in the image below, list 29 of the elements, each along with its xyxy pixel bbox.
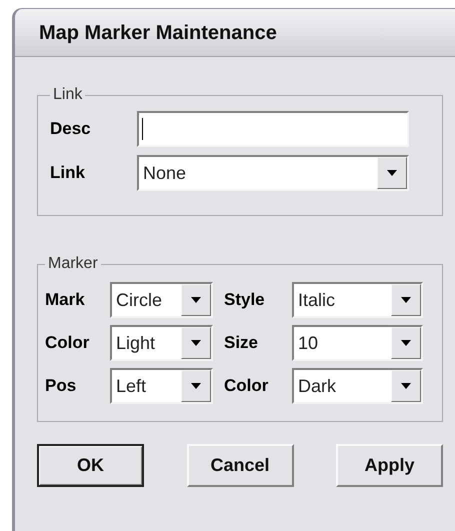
caret-icon [401, 383, 411, 389]
caret-icon [401, 340, 411, 346]
caret-icon [191, 383, 201, 389]
dropdown[interactable]: Light [110, 325, 213, 361]
group-label: Marker [47, 254, 99, 274]
field-label: Mark [45, 289, 86, 312]
field-label: Size [224, 332, 260, 354]
caret-icon [401, 297, 411, 303]
field-label: Style [224, 289, 266, 312]
dialog-button[interactable]: Cancel [186, 444, 294, 487]
dropdown[interactable]: Dark [292, 368, 423, 404]
dropdown[interactable]: Circle [110, 282, 213, 318]
field-label: Color [224, 375, 270, 398]
field-label: Color [45, 332, 90, 354]
field-label: Pos [45, 375, 78, 398]
group-label: Link [52, 85, 84, 105]
window-title: Map Marker Maintenance [39, 20, 277, 46]
dropdown[interactable]: Italic [292, 282, 423, 318]
desc-field[interactable] [137, 111, 409, 147]
dropdown[interactable]: Left [110, 368, 213, 404]
caret-icon [191, 297, 201, 303]
caret-icon [191, 340, 201, 346]
caret-icon [387, 170, 397, 176]
dialog-button[interactable]: Apply [336, 444, 443, 487]
field-label: Link [50, 162, 86, 184]
dialog-button[interactable]: OK [37, 444, 144, 487]
dropdown[interactable]: 10 [292, 325, 423, 361]
field-label: Desc [50, 118, 92, 140]
dropdown[interactable]: None [137, 155, 409, 191]
